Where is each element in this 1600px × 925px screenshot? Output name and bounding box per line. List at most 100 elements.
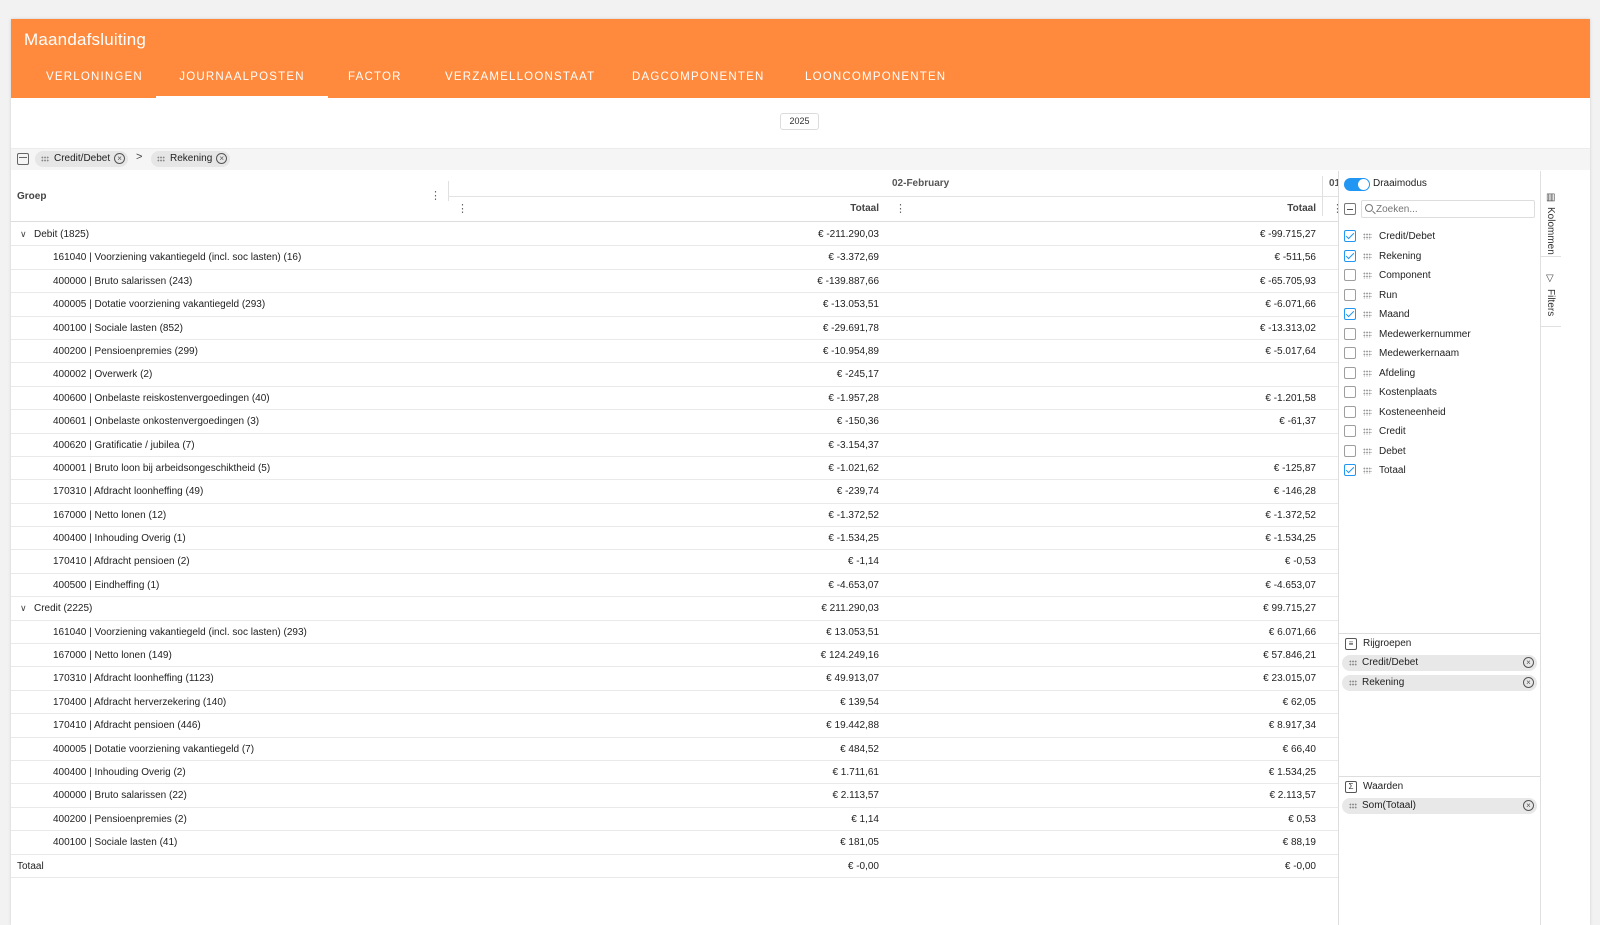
- drag-handle-icon[interactable]: [1363, 252, 1372, 260]
- row-group-chip-credit-debet[interactable]: Credit/Debet ×: [35, 151, 129, 167]
- close-circle-icon[interactable]: ×: [1523, 800, 1534, 811]
- select-all-checkbox[interactable]: [1344, 203, 1356, 215]
- table-row[interactable]: 170310 | Afdracht loonheffing (1123) € 49…: [11, 667, 1338, 691]
- column-item[interactable]: Kostenplaats: [1339, 383, 1541, 403]
- table-row[interactable]: 170410 | Afdracht pensioen (2) € -1,14 € -…: [11, 550, 1338, 574]
- value-pill-som-totaal[interactable]: Som(Totaal) ×: [1342, 798, 1537, 814]
- drag-handle-icon[interactable]: [1363, 428, 1372, 435]
- table-row[interactable]: 400100 | Sociale lasten (852) € -29.691,7…: [11, 317, 1338, 340]
- column-checkbox[interactable]: [1344, 366, 1356, 379]
- column-checkbox[interactable]: [1344, 464, 1356, 476]
- drag-handle-icon[interactable]: [1363, 447, 1372, 455]
- column-item[interactable]: Credit/Debet: [1339, 227, 1541, 247]
- drag-handle-icon[interactable]: [41, 156, 49, 162]
- tab-factor[interactable]: FACTOR: [348, 67, 403, 98]
- column-checkbox[interactable]: [1344, 444, 1356, 457]
- table-row[interactable]: 167000 | Netto lonen (149) € 124.249,16 € …: [11, 644, 1338, 668]
- column-item[interactable]: Maand: [1339, 305, 1541, 325]
- drag-handle-icon[interactable]: [1363, 389, 1372, 396]
- drag-handle-icon[interactable]: [1363, 233, 1372, 240]
- column-item[interactable]: Totaal: [1339, 461, 1541, 481]
- column-checkbox[interactable]: [1344, 249, 1356, 262]
- column-item[interactable]: Kosteneenheid: [1339, 403, 1541, 423]
- column-header-totaal-2[interactable]: Totaal: [1256, 203, 1316, 214]
- table-row[interactable]: 400400 | Inhouding Overig (2) € 1.711,61 €…: [11, 761, 1338, 785]
- drag-handle-icon[interactable]: [1349, 660, 1357, 666]
- table-row[interactable]: 167000 | Netto lonen (12) € -1.372,52 € -1…: [11, 504, 1338, 528]
- close-circle-icon[interactable]: ×: [216, 153, 228, 164]
- column-header-groep[interactable]: Groep: [17, 191, 46, 202]
- column-item[interactable]: Medewerkernummer: [1339, 325, 1541, 345]
- tab-verzamelloonstaat[interactable]: VERZAMELLOONSTAAT: [445, 67, 595, 98]
- column-checkbox[interactable]: [1344, 405, 1356, 418]
- tab-verloningen[interactable]: VERLONINGEN: [46, 67, 142, 98]
- group-row[interactable]: ∨ Credit (2225) € 211.290,03 € 99.715,27: [11, 597, 1338, 621]
- table-row[interactable]: 170310 | Afdracht loonheffing (49) € -239…: [11, 480, 1338, 504]
- close-circle-icon[interactable]: ×: [1523, 657, 1534, 668]
- table-row[interactable]: 161040 | Voorziening vakantiegeld (incl.…: [11, 621, 1338, 645]
- column-item[interactable]: Component: [1339, 266, 1541, 286]
- row-group-pill-credit-debet[interactable]: Credit/Debet ×: [1342, 655, 1537, 671]
- pivot-mode-toggle[interactable]: [1344, 178, 1370, 191]
- close-circle-icon[interactable]: ×: [114, 153, 126, 164]
- vertical-dots-icon[interactable]: ⋮: [895, 204, 906, 215]
- table-row[interactable]: 170410 | Afdracht pensioen (446) € 19.442…: [11, 714, 1338, 738]
- column-checkbox[interactable]: [1344, 386, 1356, 398]
- close-circle-icon[interactable]: ×: [1523, 677, 1534, 688]
- drag-handle-icon[interactable]: [157, 156, 165, 162]
- column-checkbox[interactable]: [1344, 425, 1356, 437]
- drag-handle-icon[interactable]: [1363, 369, 1372, 377]
- table-row[interactable]: 400000 | Bruto salarissen (22) € 2.113,57…: [11, 784, 1338, 808]
- column-checkbox[interactable]: [1344, 327, 1356, 340]
- total-row[interactable]: Totaal € -0,00 € -0,00: [11, 855, 1338, 878]
- table-row[interactable]: 400000 | Bruto salarissen (243) € -139.88…: [11, 270, 1338, 294]
- drag-handle-icon[interactable]: [1363, 350, 1372, 357]
- column-checkbox[interactable]: [1344, 347, 1356, 359]
- table-row[interactable]: 400005 | Dotatie voorziening vakantiegel…: [11, 738, 1338, 761]
- table-row[interactable]: 400601 | Onbelaste onkostenvergoedingen …: [11, 410, 1338, 434]
- column-checkbox[interactable]: [1344, 308, 1356, 320]
- chevron-down-icon[interactable]: ∨: [20, 223, 27, 246]
- column-item[interactable]: Medewerkernaam: [1339, 344, 1541, 364]
- column-checkbox[interactable]: [1344, 230, 1356, 242]
- column-item[interactable]: Debet: [1339, 442, 1541, 462]
- drag-handle-icon[interactable]: [1363, 408, 1372, 416]
- drag-handle-icon[interactable]: [1363, 311, 1372, 318]
- drag-handle-icon[interactable]: [1349, 680, 1357, 686]
- kolommen-tab[interactable]: ▥ Kolommen: [1541, 185, 1561, 257]
- table-row[interactable]: 400002 | Overwerk (2) € -245,17: [11, 363, 1338, 387]
- table-row[interactable]: 161040 | Voorziening vakantiegeld (incl.…: [11, 246, 1338, 270]
- tab-journaalposten[interactable]: JOURNAALPOSTEN: [156, 67, 328, 98]
- table-row[interactable]: 400005 | Dotatie voorziening vakantiegel…: [11, 293, 1338, 317]
- table-row[interactable]: 400100 | Sociale lasten (41) € 181,05 € 88…: [11, 831, 1338, 855]
- row-group-pill-rekening[interactable]: Rekening ×: [1342, 675, 1537, 691]
- table-row[interactable]: 170400 | Afdracht herverzekering (140) € …: [11, 691, 1338, 715]
- column-item[interactable]: Credit: [1339, 422, 1541, 442]
- table-row[interactable]: 400001 | Bruto loon bij arbeidsongeschik…: [11, 457, 1338, 481]
- drag-handle-icon[interactable]: [1363, 330, 1372, 338]
- column-item[interactable]: Afdeling: [1339, 364, 1541, 384]
- row-group-chip-rekening[interactable]: Rekening ×: [151, 151, 231, 167]
- column-item[interactable]: Rekening: [1339, 247, 1541, 267]
- tab-dagcomponenten[interactable]: DAGCOMPONENTEN: [632, 67, 767, 98]
- tab-looncomponenten[interactable]: LOONCOMPONENTEN: [805, 67, 950, 98]
- table-row[interactable]: 400500 | Eindheffing (1) € -4.653,07 € -4.…: [11, 574, 1338, 598]
- column-checkbox[interactable]: [1344, 288, 1356, 301]
- drag-handle-icon[interactable]: [1363, 467, 1372, 474]
- table-row[interactable]: 400620 | Gratificatie / jubilea (7) € -3.…: [11, 434, 1338, 457]
- table-row[interactable]: 400400 | Inhouding Overig (1) € -1.534,25…: [11, 527, 1338, 551]
- year-chip[interactable]: 2025: [780, 113, 819, 130]
- vertical-dots-icon[interactable]: ⋮: [430, 191, 441, 202]
- column-search-input[interactable]: [1361, 200, 1535, 218]
- filters-tab[interactable]: ▽ Filters: [1541, 267, 1561, 327]
- column-item[interactable]: Run: [1339, 286, 1541, 306]
- table-row[interactable]: 400200 | Pensioenpremies (2) € 1,14 € 0,53: [11, 808, 1338, 832]
- vertical-dots-icon[interactable]: ⋮: [457, 204, 468, 215]
- group-row[interactable]: ∨ Debit (1825) € -211.290,03 € -99.715,27: [11, 223, 1338, 247]
- table-row[interactable]: 400200 | Pensioenpremies (299) € -10.954,…: [11, 340, 1338, 364]
- drag-handle-icon[interactable]: [1363, 272, 1372, 279]
- chevron-down-icon[interactable]: ∨: [20, 597, 27, 620]
- column-checkbox[interactable]: [1344, 269, 1356, 281]
- table-row[interactable]: 400600 | Onbelaste reiskostenvergoedinge…: [11, 387, 1338, 411]
- column-header-totaal[interactable]: Totaal: [819, 203, 879, 214]
